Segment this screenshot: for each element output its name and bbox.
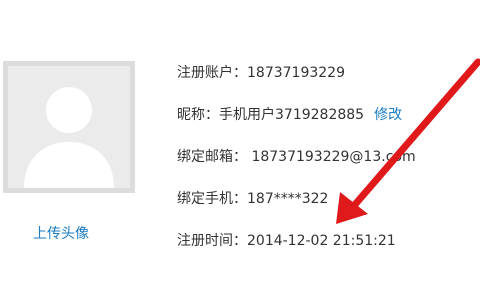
default-user-silhouette-icon: [24, 87, 114, 188]
email-value: 18737193229@1: [251, 149, 373, 165]
phone-label: 绑定手机：: [177, 191, 247, 207]
nickname-value: 手机用户3719282885: [219, 107, 365, 123]
nickname-label: 昵称：: [177, 107, 219, 123]
phone-row: 绑定手机：187****322: [177, 189, 416, 209]
edit-nickname-link[interactable]: 修改: [374, 107, 402, 123]
account-row: 注册账户：18737193229: [177, 63, 416, 83]
regtime-label: 注册时间：: [177, 233, 247, 249]
account-value: 18737193229: [247, 65, 345, 81]
account-label: 注册账户：: [177, 65, 247, 81]
email-row: 绑定邮箱： 18737193229@13.com: [177, 147, 416, 167]
phone-value: 187****322: [247, 191, 329, 207]
avatar: [3, 61, 135, 193]
nickname-row: 昵称：手机用户3719282885 修改: [177, 105, 416, 125]
upload-avatar-link[interactable]: 上传头像: [33, 223, 89, 243]
email-suffix: 3.com: [372, 149, 416, 165]
regtime-row: 注册时间：2014-12-02 21:51:21: [177, 231, 416, 251]
email-label: 绑定邮箱：: [177, 149, 247, 165]
regtime-value: 2014-12-02 21:51:21: [247, 233, 396, 249]
account-info: 注册账户：18737193229 昵称：手机用户3719282885 修改 绑定邮…: [177, 63, 416, 273]
